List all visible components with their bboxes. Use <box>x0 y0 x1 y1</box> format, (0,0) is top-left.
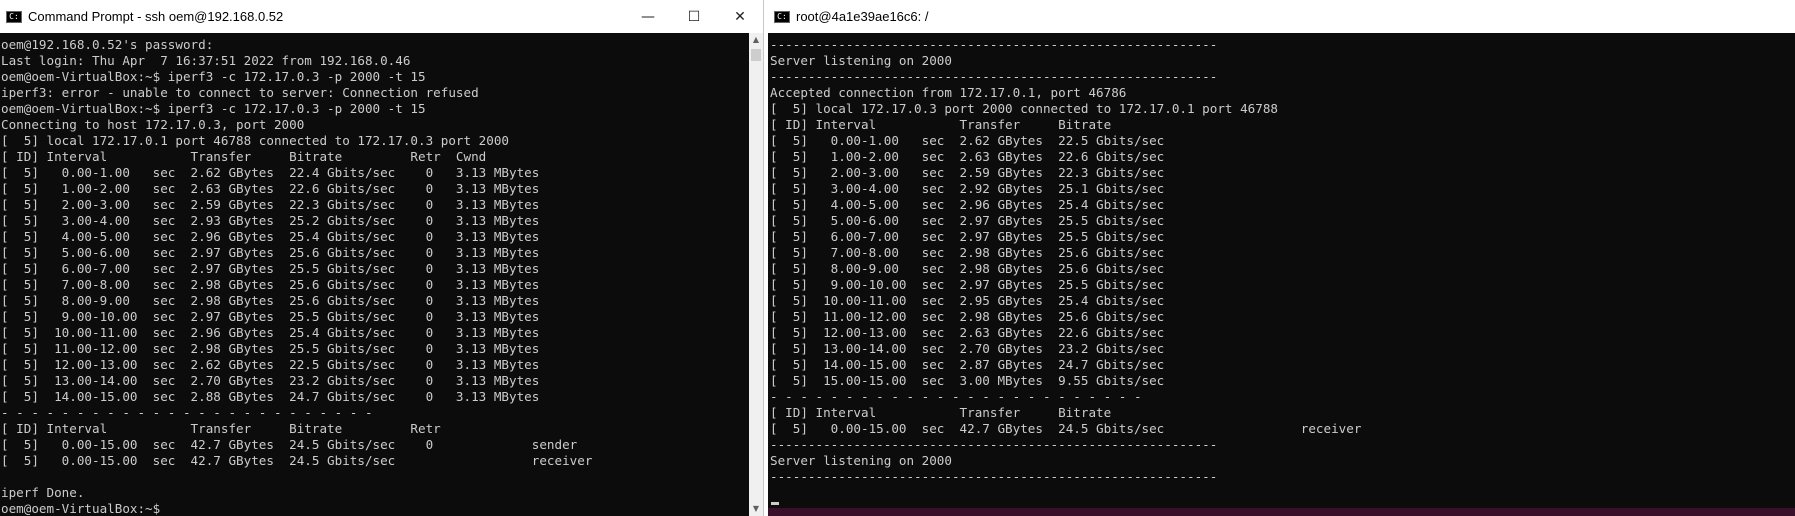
console-line: [ 5] 0.00-1.00 sec 2.62 GBytes 22.5 Gbit… <box>770 133 1165 148</box>
scroll-up-icon[interactable]: ▲ <box>749 33 763 47</box>
console-line: [ 5] 8.00-9.00 sec 2.98 GBytes 25.6 Gbit… <box>770 261 1165 276</box>
console-line: [ ID] Interval Transfer Bitrate <box>770 117 1112 132</box>
console-line: [ 5] 5.00-6.00 sec 2.97 GBytes 25.6 Gbit… <box>1 245 540 260</box>
console-line: [ 5] 3.00-4.00 sec 2.93 GBytes 25.2 Gbit… <box>1 213 540 228</box>
console-line: iperf3: error - unable to connect to ser… <box>1 85 479 100</box>
right-terminal-window[interactable]: C: root@4a1e39ae16c6: / ----------------… <box>768 0 1795 516</box>
console-line: oem@oem-VirtualBox:~$ <box>1 501 161 516</box>
console-line: [ 5] 6.00-7.00 sec 2.97 GBytes 25.5 Gbit… <box>1 261 540 276</box>
minimize-button[interactable]: — <box>625 0 671 33</box>
console-line: [ ID] Interval Transfer Bitrate Retr <box>1 421 441 436</box>
left-console-area[interactable]: oem@192.168.0.52's password: Last login: … <box>0 33 749 516</box>
console-line: [ 5] 1.00-2.00 sec 2.63 GBytes 22.6 Gbit… <box>770 149 1165 164</box>
console-line: iperf Done. <box>1 485 85 500</box>
left-titlebar[interactable]: C: Command Prompt - ssh oem@192.168.0.52… <box>0 0 763 33</box>
right-titlebar[interactable]: C: root@4a1e39ae16c6: / <box>768 0 1795 33</box>
console-line: [ 5] 6.00-7.00 sec 2.97 GBytes 25.5 Gbit… <box>770 229 1165 244</box>
right-console-output: ----------------------------------------… <box>768 33 1795 485</box>
console-line: [ 5] 7.00-8.00 sec 2.98 GBytes 25.6 Gbit… <box>1 277 540 292</box>
left-window-title: Command Prompt - ssh oem@192.168.0.52 <box>28 9 284 24</box>
console-line: [ 5] 2.00-3.00 sec 2.59 GBytes 22.3 Gbit… <box>1 197 540 212</box>
console-line: [ 5] 12.00-13.00 sec 2.62 GBytes 22.5 Gb… <box>1 357 540 372</box>
console-line: [ 5] 0.00-15.00 sec 42.7 GBytes 24.5 Gbi… <box>1 437 578 452</box>
console-line: [ 5] 9.00-10.00 sec 2.97 GBytes 25.5 Gbi… <box>770 277 1165 292</box>
console-line: [ 5] 2.00-3.00 sec 2.59 GBytes 22.3 Gbit… <box>770 165 1165 180</box>
console-line: [ 5] 9.00-10.00 sec 2.97 GBytes 25.5 Gbi… <box>1 309 540 324</box>
console-line: ----------------------------------------… <box>770 469 1218 484</box>
console-line: Last login: Thu Apr 7 16:37:51 2022 from… <box>1 53 411 68</box>
console-line: [ 5] 11.00-12.00 sec 2.98 GBytes 25.6 Gb… <box>770 309 1165 324</box>
console-line: [ 5] 7.00-8.00 sec 2.98 GBytes 25.6 Gbit… <box>770 245 1165 260</box>
console-line: ----------------------------------------… <box>770 69 1218 84</box>
right-console-area[interactable]: ----------------------------------------… <box>768 33 1795 516</box>
cmd-icon: C: <box>774 10 790 23</box>
console-line: [ 5] 1.00-2.00 sec 2.63 GBytes 22.6 Gbit… <box>1 181 540 196</box>
console-line: [ 5] 14.00-15.00 sec 2.88 GBytes 24.7 Gb… <box>1 389 540 404</box>
console-line: [ 5] 12.00-13.00 sec 2.63 GBytes 22.6 Gb… <box>770 325 1165 340</box>
console-line: [ 5] 0.00-1.00 sec 2.62 GBytes 22.4 Gbit… <box>1 165 540 180</box>
window-controls: — ☐ ✕ <box>625 0 763 33</box>
console-line: [ 5] 14.00-15.00 sec 2.87 GBytes 24.7 Gb… <box>770 357 1165 372</box>
console-line: [ ID] Interval Transfer Bitrate <box>770 405 1112 420</box>
console-line: Connecting to host 172.17.0.3, port 2000 <box>1 117 305 132</box>
console-line: ----------------------------------------… <box>770 37 1218 52</box>
console-line: oem@192.168.0.52's password: <box>1 37 214 52</box>
maximize-button[interactable]: ☐ <box>671 0 717 33</box>
console-line: [ 5] 4.00-5.00 sec 2.96 GBytes 25.4 Gbit… <box>770 197 1165 212</box>
console-line: [ 5] 13.00-14.00 sec 2.70 GBytes 23.2 Gb… <box>770 341 1165 356</box>
close-button[interactable]: ✕ <box>717 0 763 33</box>
console-line: [ 5] 10.00-11.00 sec 2.96 GBytes 25.4 Gb… <box>1 325 540 340</box>
left-terminal-window[interactable]: C: Command Prompt - ssh oem@192.168.0.52… <box>0 0 764 516</box>
console-line: Server listening on 2000 <box>770 453 952 468</box>
left-scrollbar[interactable]: ▲ ▼ <box>749 33 763 516</box>
console-line: oem@oem-VirtualBox:~$ iperf3 -c 172.17.0… <box>1 69 426 84</box>
console-line: [ 5] 8.00-9.00 sec 2.98 GBytes 25.6 Gbit… <box>1 293 540 308</box>
left-console-output: oem@192.168.0.52's password: Last login: … <box>0 33 749 516</box>
text-cursor <box>771 502 779 505</box>
scrollbar-thumb[interactable] <box>751 49 761 61</box>
console-line: Accepted connection from 172.17.0.1, por… <box>770 85 1127 100</box>
background-window-strip <box>768 508 1795 516</box>
console-line: [ 5] local 172.17.0.3 port 2000 connecte… <box>770 101 1278 116</box>
console-line: [ 5] 4.00-5.00 sec 2.96 GBytes 25.4 Gbit… <box>1 229 540 244</box>
console-line: [ 5] 5.00-6.00 sec 2.97 GBytes 25.5 Gbit… <box>770 213 1165 228</box>
console-line: - - - - - - - - - - - - - - - - - - - - … <box>1 405 373 420</box>
console-line: ----------------------------------------… <box>770 437 1218 452</box>
cmd-icon: C: <box>6 10 22 23</box>
scroll-down-icon[interactable]: ▼ <box>749 502 763 516</box>
console-line: Server listening on 2000 <box>770 53 952 68</box>
console-line: [ 5] local 172.17.0.1 port 46788 connect… <box>1 133 509 148</box>
console-line: [ 5] 3.00-4.00 sec 2.92 GBytes 25.1 Gbit… <box>770 181 1165 196</box>
right-window-title: root@4a1e39ae16c6: / <box>796 9 929 24</box>
console-line: [ 5] 10.00-11.00 sec 2.95 GBytes 25.4 Gb… <box>770 293 1165 308</box>
console-line: [ ID] Interval Transfer Bitrate Retr Cwn… <box>1 149 487 164</box>
console-line: [ 5] 13.00-14.00 sec 2.70 GBytes 23.2 Gb… <box>1 373 540 388</box>
console-line: [ 5] 15.00-15.00 sec 3.00 MBytes 9.55 Gb… <box>770 373 1165 388</box>
console-line: oem@oem-VirtualBox:~$ iperf3 -c 172.17.0… <box>1 101 426 116</box>
console-line: [ 5] 0.00-15.00 sec 42.7 GBytes 24.5 Gbi… <box>1 453 593 468</box>
console-line: [ 5] 0.00-15.00 sec 42.7 GBytes 24.5 Gbi… <box>770 421 1362 436</box>
console-line: [ 5] 11.00-12.00 sec 2.98 GBytes 25.5 Gb… <box>1 341 540 356</box>
console-line: - - - - - - - - - - - - - - - - - - - - … <box>770 389 1142 404</box>
